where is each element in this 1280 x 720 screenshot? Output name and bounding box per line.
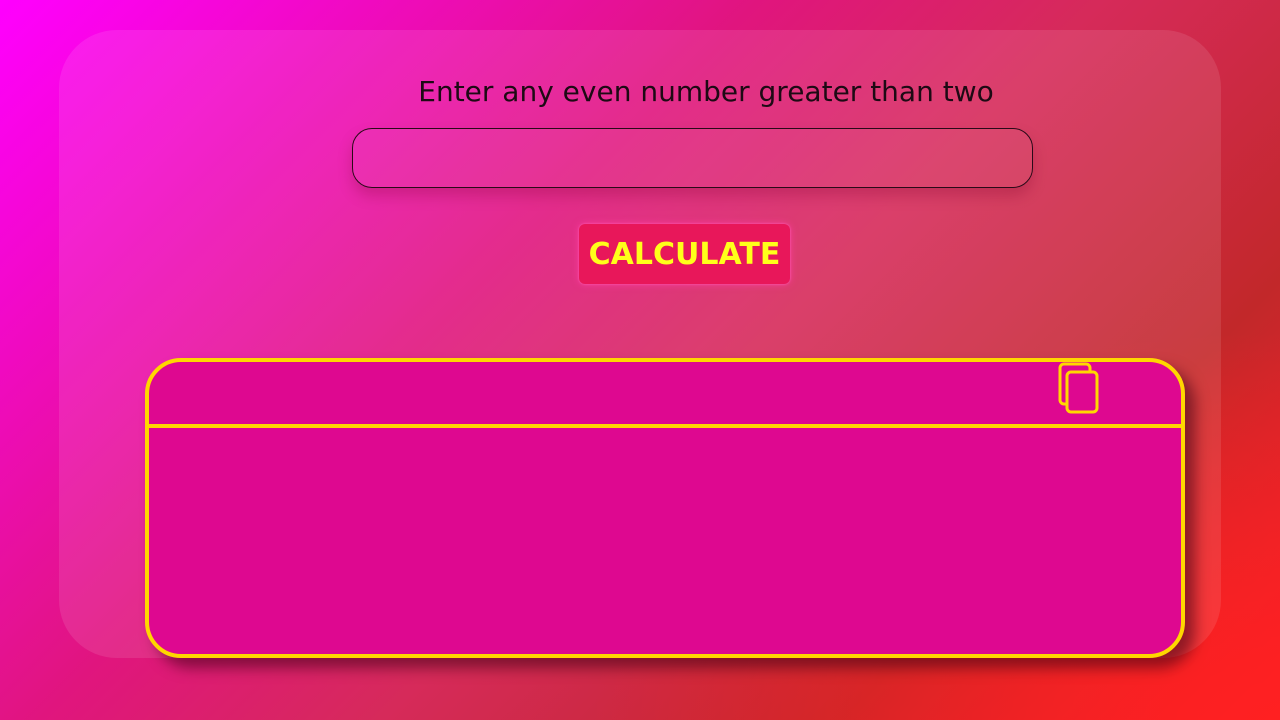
result-output [169,444,1161,634]
copy-icon [1058,362,1099,414]
result-panel [145,358,1185,658]
input-prompt-label: Enter any even number greater than two [418,75,994,108]
even-number-input[interactable] [352,128,1033,188]
result-header [149,362,1181,428]
copy-button[interactable] [1057,362,1101,414]
calculate-button[interactable]: CALCULATE [579,224,790,284]
